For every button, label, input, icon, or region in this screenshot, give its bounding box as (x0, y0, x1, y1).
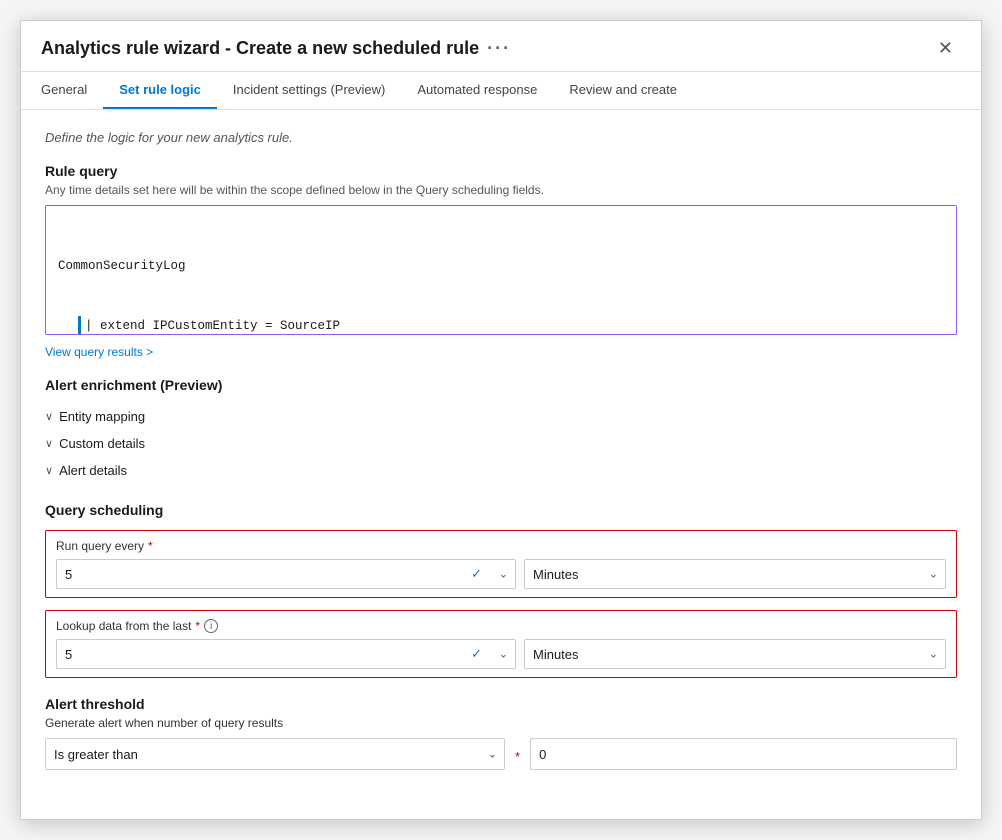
rule-query-subtitle: Any time details set here will be within… (45, 183, 957, 197)
alert-enrichment-title: Alert enrichment (Preview) (45, 377, 957, 393)
entity-mapping-label: Entity mapping (59, 409, 145, 424)
dialog-title: Analytics rule wizard - Create a new sch… (41, 38, 511, 59)
entity-mapping-item[interactable]: ∨ Entity mapping (45, 403, 957, 430)
alert-threshold-section: Alert threshold Generate alert when numb… (45, 696, 957, 770)
query-line-1: CommonSecurityLog (58, 256, 944, 276)
tab-set-rule-logic[interactable]: Set rule logic (103, 72, 217, 109)
lookup-value-select[interactable]: 5 10 15 30 60 (56, 639, 516, 669)
query-scheduling-title: Query scheduling (45, 502, 957, 518)
alert-threshold-title: Alert threshold (45, 696, 957, 712)
custom-details-chevron: ∨ (45, 437, 53, 450)
lookup-unit-wrapper: Minutes Hours Days ⌄ (524, 639, 946, 669)
custom-details-item[interactable]: ∨ Custom details (45, 430, 957, 457)
alert-threshold-label: Generate alert when number of query resu… (45, 716, 957, 730)
lookup-unit-select[interactable]: Minutes Hours Days (524, 639, 946, 669)
lookup-value-wrapper: 5 10 15 30 60 ✓ ⌄ (56, 639, 516, 669)
lookup-data-label: Lookup data from the last * i (56, 619, 946, 633)
tab-review-create[interactable]: Review and create (553, 72, 693, 109)
lookup-required-star: * (195, 619, 200, 633)
alert-details-item[interactable]: ∨ Alert details (45, 457, 957, 484)
tab-automated-response[interactable]: Automated response (401, 72, 553, 109)
run-query-required-star: * (148, 539, 153, 553)
threshold-condition-wrapper: Is greater than Is less than Is equal to… (45, 738, 505, 770)
alert-threshold-row: Is greater than Is less than Is equal to… (45, 738, 957, 770)
run-query-unit-wrapper: Minutes Hours Days ⌄ (524, 559, 946, 589)
dialog-header: Analytics rule wizard - Create a new sch… (21, 21, 981, 72)
alert-details-label: Alert details (59, 463, 127, 478)
threshold-value-wrapper (530, 738, 957, 770)
query-scheduling-section: Query scheduling Run query every * 5 10 … (45, 502, 957, 678)
run-query-value-select[interactable]: 5 10 15 30 60 (56, 559, 516, 589)
alert-enrichment-section: Alert enrichment (Preview) ∨ Entity mapp… (45, 377, 957, 484)
run-query-every-row: 5 10 15 30 60 ✓ ⌄ Minutes Hours (56, 559, 946, 589)
tab-bar: General Set rule logic Incident settings… (21, 72, 981, 110)
query-editor[interactable]: CommonSecurityLog | extend IPCustomEntit… (45, 205, 957, 335)
run-query-unit-select[interactable]: Minutes Hours Days (524, 559, 946, 589)
run-query-every-group: Run query every * 5 10 15 30 60 ✓ ⌄ (45, 530, 957, 598)
query-line-2: | extend IPCustomEntity = SourceIP (78, 316, 944, 335)
custom-details-label: Custom details (59, 436, 145, 451)
main-content: Define the logic for your new analytics … (21, 110, 981, 819)
run-query-value-wrapper: 5 10 15 30 60 ✓ ⌄ (56, 559, 516, 589)
alert-details-chevron: ∨ (45, 464, 53, 477)
query-editor-container: ↗ CommonSecurityLog | extend IPCustomEnt… (45, 205, 957, 335)
threshold-required-star: * (515, 749, 520, 770)
view-query-results-link[interactable]: View query results > (45, 345, 153, 359)
section-description: Define the logic for your new analytics … (45, 130, 957, 145)
dialog-title-text: Analytics rule wizard - Create a new sch… (41, 38, 479, 59)
tab-incident-settings[interactable]: Incident settings (Preview) (217, 72, 401, 109)
rule-query-title: Rule query (45, 163, 957, 179)
run-query-every-label: Run query every * (56, 539, 946, 553)
lookup-data-row: 5 10 15 30 60 ✓ ⌄ Minutes Hours (56, 639, 946, 669)
tab-general[interactable]: General (41, 72, 103, 109)
rule-query-section: Rule query Any time details set here wil… (45, 163, 957, 377)
entity-mapping-chevron: ∨ (45, 410, 53, 423)
analytics-rule-dialog: Analytics rule wizard - Create a new sch… (20, 20, 982, 820)
dialog-title-dots: ··· (487, 38, 511, 59)
close-button[interactable]: ✕ (930, 35, 961, 61)
lookup-data-group: Lookup data from the last * i 5 10 15 30… (45, 610, 957, 678)
lookup-info-icon[interactable]: i (204, 619, 218, 633)
threshold-condition-select[interactable]: Is greater than Is less than Is equal to (45, 738, 505, 770)
threshold-value-input[interactable] (530, 738, 957, 770)
